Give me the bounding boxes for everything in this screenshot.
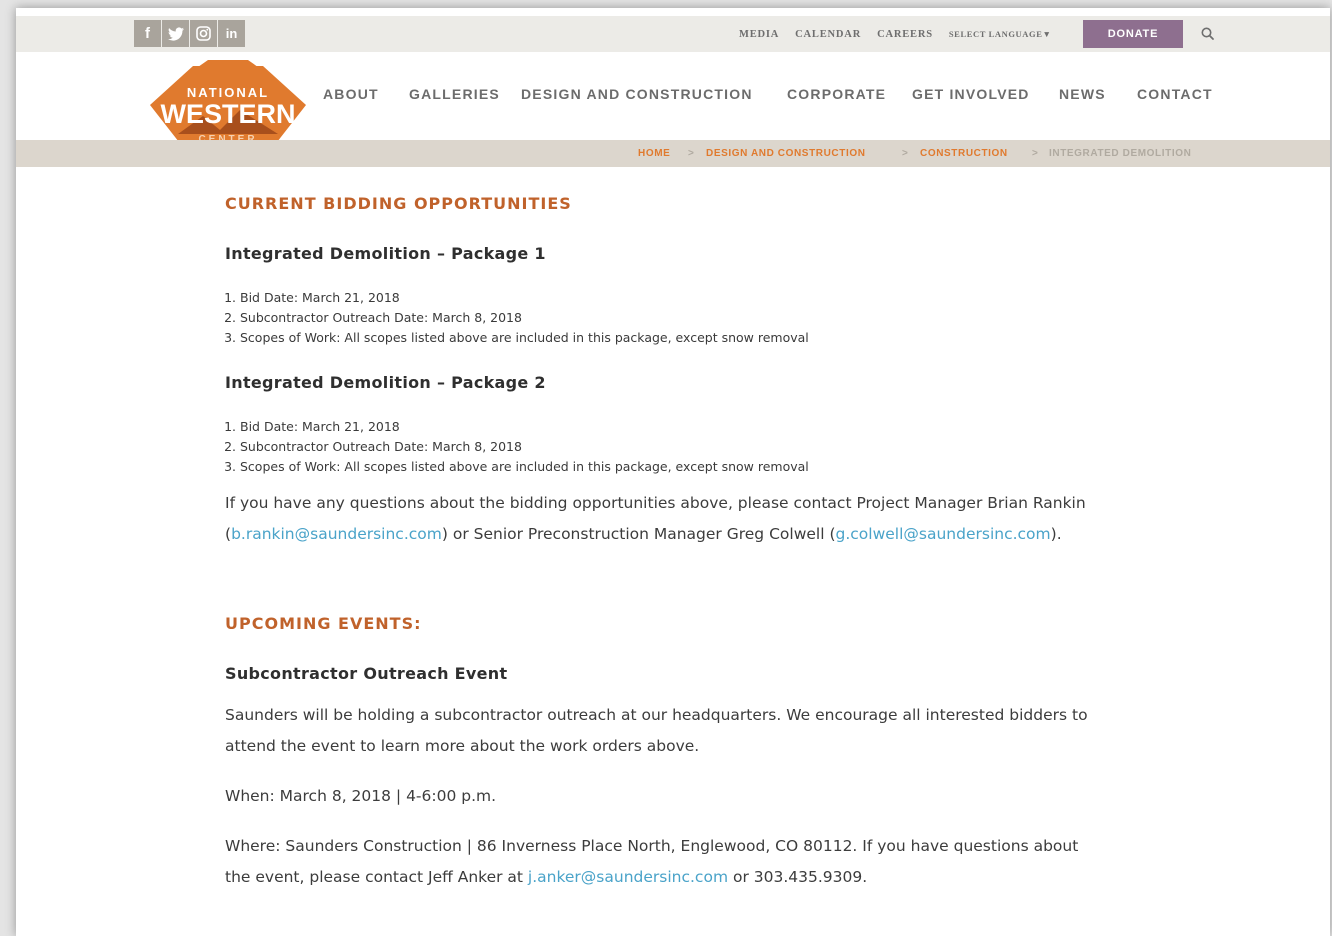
package-1-list: Bid Date: March 21, 2018 Subcontractor O… <box>225 288 809 348</box>
breadcrumb-home[interactable]: HOME <box>638 148 670 159</box>
where-text-2: or 303.435.9309. <box>728 868 868 886</box>
list-item: Subcontractor Outreach Date: March 8, 20… <box>240 308 809 328</box>
events-heading: UPCOMING EVENTS: <box>225 614 422 633</box>
facebook-icon[interactable]: f <box>134 20 161 47</box>
contact-text-3: ). <box>1050 525 1062 543</box>
browser-page: f in MEDIA CALENDAR CAREERS SELECT LANGU… <box>16 8 1330 936</box>
social-links: f in <box>134 16 246 52</box>
utility-bar: f in MEDIA CALENDAR CAREERS SELECT LANGU… <box>16 16 1330 52</box>
search-icon[interactable] <box>1199 25 1217 43</box>
breadcrumb-separator: > <box>1032 148 1039 159</box>
event-description: Saunders will be holding a subcontractor… <box>225 706 1088 755</box>
event-when: When: March 8, 2018 | 4-6:00 p.m. <box>225 787 497 805</box>
nav-corporate[interactable]: CORPORATE <box>787 86 886 102</box>
email-link-colwell[interactable]: g.colwell@saundersinc.com <box>836 525 1051 543</box>
list-item: Scopes of Work: All scopes listed above … <box>240 457 809 477</box>
contact-paragraph: If you have any questions about the bidd… <box>225 488 1105 550</box>
list-item: Scopes of Work: All scopes listed above … <box>240 328 809 348</box>
package-2-title: Integrated Demolition – Package 2 <box>225 373 546 392</box>
donate-button[interactable]: DONATE <box>1083 20 1183 48</box>
breadcrumb-construction[interactable]: CONSTRUCTION <box>920 148 1008 159</box>
breadcrumb-separator: > <box>688 148 695 159</box>
breadcrumb-separator: > <box>902 148 909 159</box>
breadcrumb-design-and-construction[interactable]: DESIGN AND CONSTRUCTION <box>706 148 866 159</box>
event-title: Subcontractor Outreach Event <box>225 664 508 683</box>
linkedin-icon[interactable]: in <box>218 20 245 47</box>
instagram-icon[interactable] <box>190 20 217 47</box>
calendar-link[interactable]: CALENDAR <box>795 29 861 40</box>
package-2-list: Bid Date: March 21, 2018 Subcontractor O… <box>225 417 809 477</box>
list-item: Bid Date: March 21, 2018 <box>240 417 809 437</box>
nav-galleries[interactable]: GALLERIES <box>409 86 500 102</box>
nav-contact[interactable]: CONTACT <box>1137 86 1213 102</box>
breadcrumb: HOME > DESIGN AND CONSTRUCTION > CONSTRU… <box>16 140 1330 167</box>
breadcrumb-current: INTEGRATED DEMOLITION <box>1049 148 1192 159</box>
nav-news[interactable]: NEWS <box>1059 86 1106 102</box>
twitter-icon[interactable] <box>162 20 189 47</box>
list-item: Bid Date: March 21, 2018 <box>240 288 809 308</box>
contact-text-2: ) or Senior Preconstruction Manager Greg… <box>441 525 836 543</box>
email-link-anker[interactable]: j.anker@saundersinc.com <box>528 868 728 886</box>
list-item: Subcontractor Outreach Date: March 8, 20… <box>240 437 809 457</box>
logo-line1: NATIONAL <box>187 85 269 100</box>
nav-get-involved[interactable]: GET INVOLVED <box>912 86 1030 102</box>
package-1-title: Integrated Demolition – Package 1 <box>225 244 546 263</box>
language-select[interactable]: SELECT LANGUAGE▼ <box>949 29 1052 39</box>
utility-links: MEDIA CALENDAR CAREERS SELECT LANGUAGE▼ <box>739 16 1052 52</box>
logo-line2: WESTERN <box>161 99 296 129</box>
media-link[interactable]: MEDIA <box>739 29 779 40</box>
email-link-rankin[interactable]: b.rankin@saundersinc.com <box>231 525 442 543</box>
nav-design-and-construction[interactable]: DESIGN AND CONSTRUCTION <box>521 86 753 102</box>
event-where: Where: Saunders Construction | 86 Invern… <box>225 831 1105 893</box>
nav-about[interactable]: ABOUT <box>323 86 379 102</box>
bidding-heading: CURRENT BIDDING OPPORTUNITIES <box>225 194 572 213</box>
careers-link[interactable]: CAREERS <box>877 29 933 40</box>
